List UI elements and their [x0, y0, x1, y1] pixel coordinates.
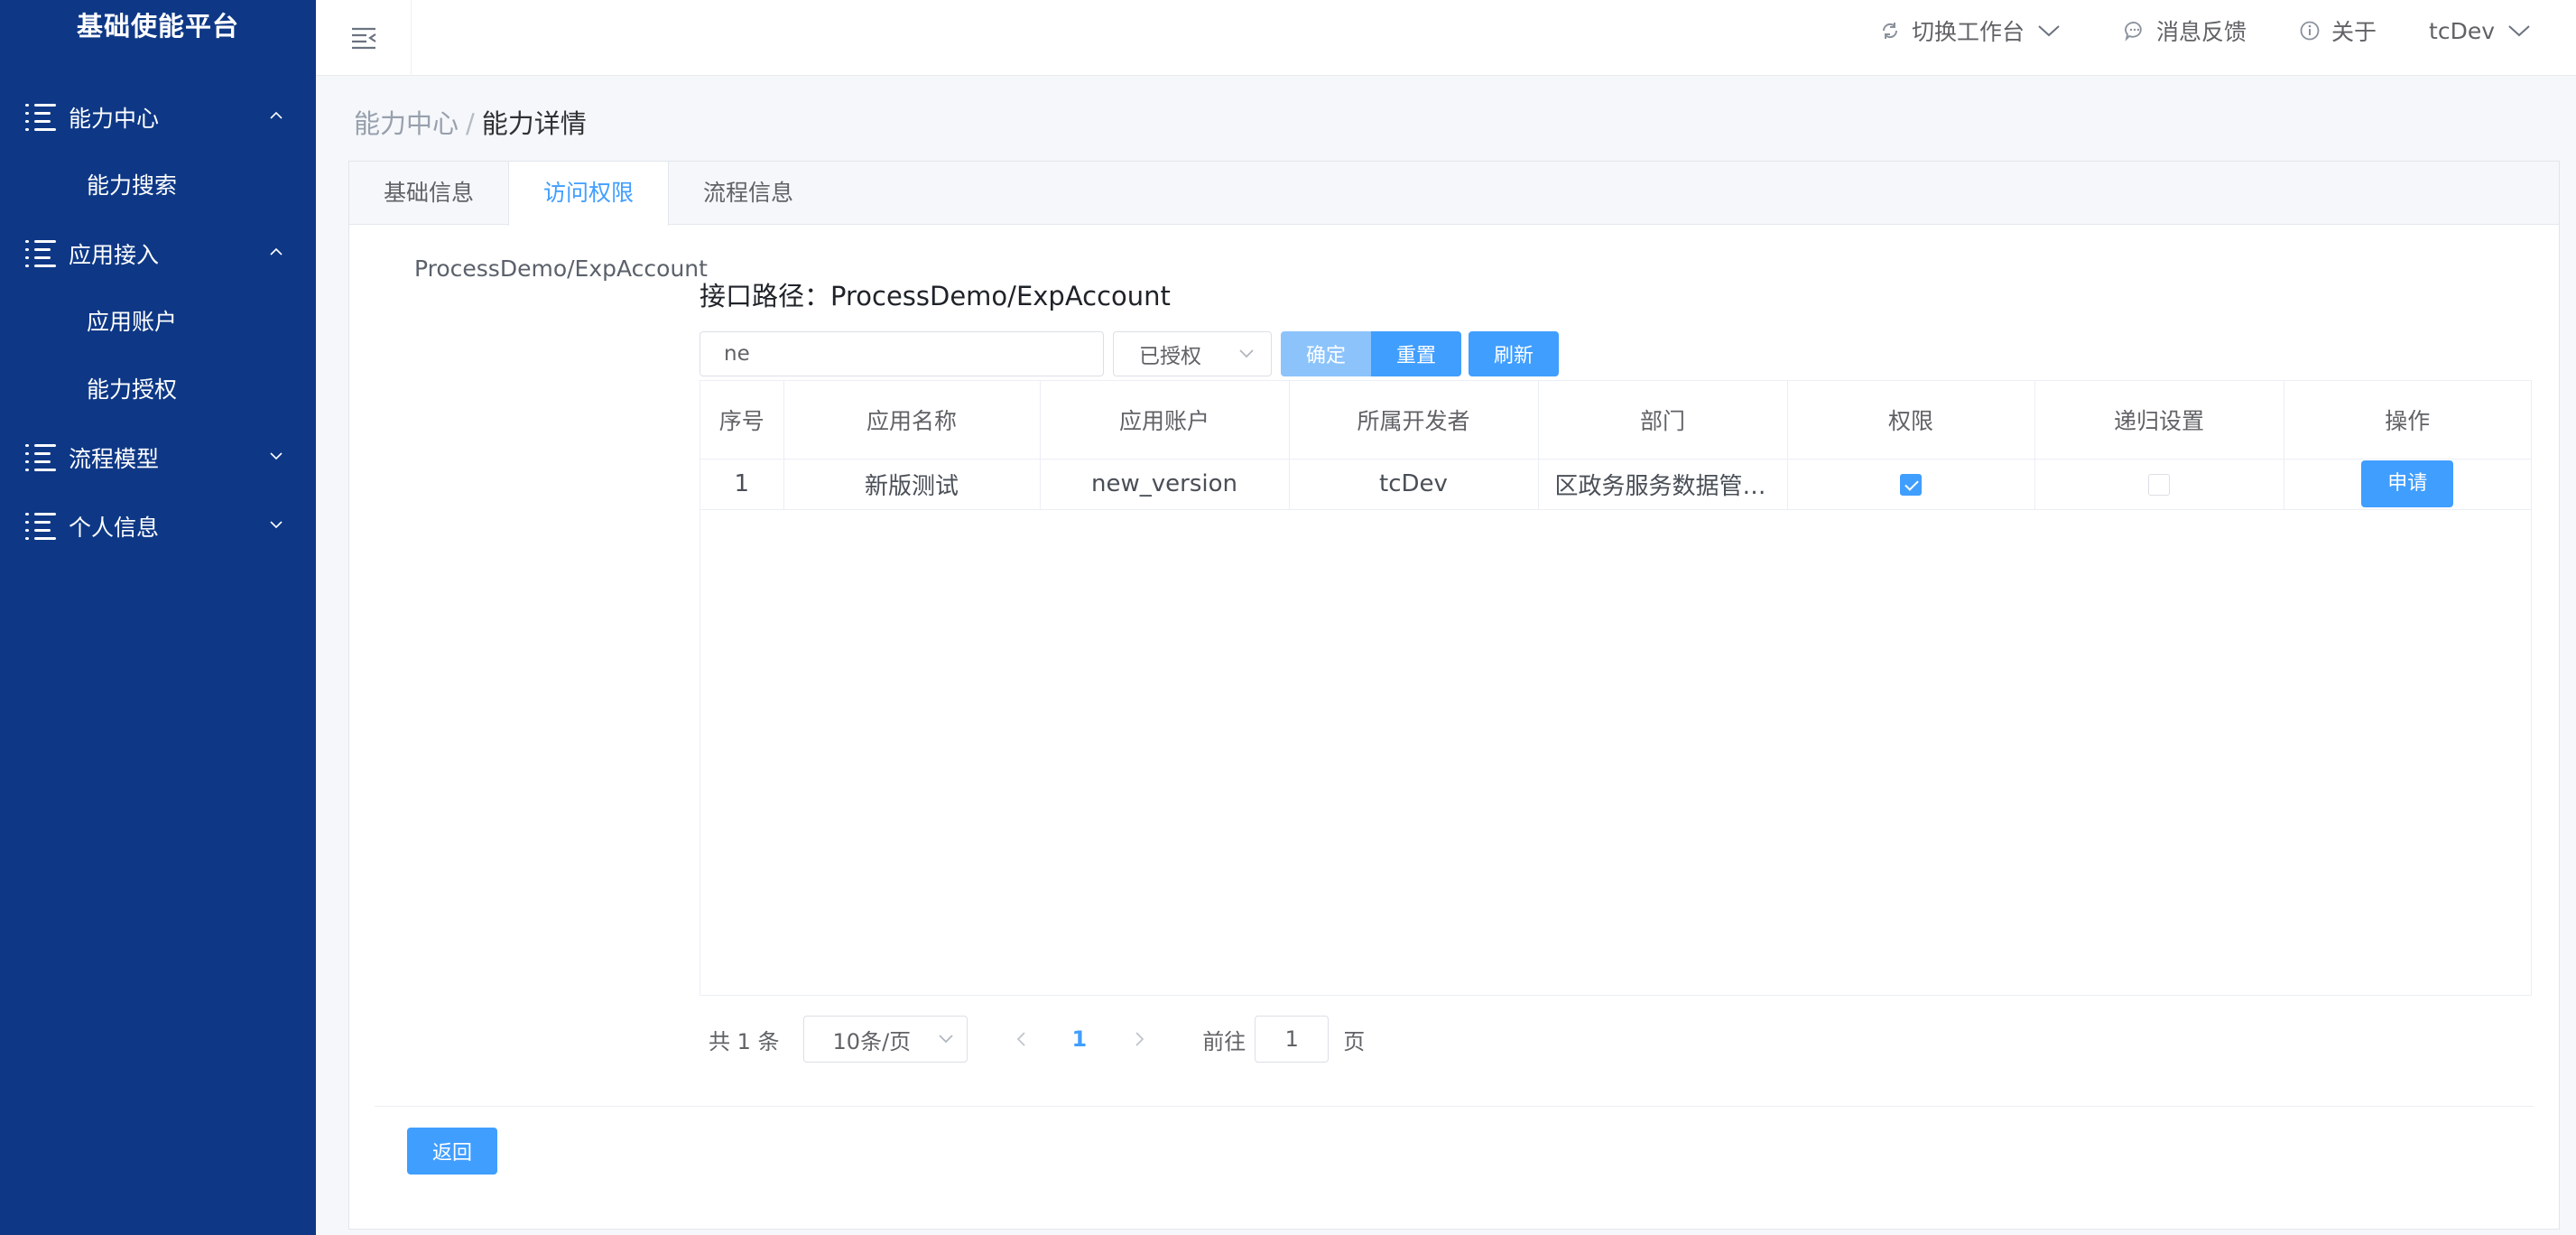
about-button[interactable]: 关于	[2299, 14, 2377, 47]
chevron-down-icon	[269, 449, 283, 461]
column-header-app-name: 应用名称	[783, 381, 1041, 460]
api-path-title: 接口路径：ProcessDemo/ExpAccount	[700, 281, 1171, 311]
chevron-down-icon	[2038, 25, 2060, 37]
topbar: 切换工作台 消息反馈 关于 tcDev	[316, 0, 2576, 76]
chat-bubble-icon	[2125, 22, 2142, 42]
menu-list-icon	[25, 511, 58, 542]
switch-workspace-button[interactable]: 切换工作台	[1879, 14, 2071, 47]
recursive-checkbox[interactable]	[2148, 473, 2170, 496]
cell-index: 1	[700, 459, 784, 510]
menu-collapse-button[interactable]	[316, 0, 412, 76]
cell-app-account: new_version	[1040, 459, 1290, 510]
tab-basic-info[interactable]: 基础信息	[349, 162, 508, 225]
goto-page: 前往 页	[1202, 1016, 1365, 1063]
column-header-app-account: 应用账户	[1040, 381, 1290, 460]
detail-card: 基础信息 访问权限 流程信息 ProcessDemo/ExpAccount 接口…	[348, 161, 2560, 1230]
chevron-down-icon	[269, 517, 283, 530]
app-title: 基础使能平台	[76, 11, 239, 42]
chevron-down-icon	[938, 1035, 953, 1044]
cell-developer: tcDev	[1289, 459, 1539, 510]
goto-page-input[interactable]	[1255, 1016, 1330, 1063]
cell-permission	[1787, 459, 2035, 510]
chevron-left-icon	[1016, 1032, 1025, 1046]
sidebar-item-capability-search[interactable]: 能力搜索	[0, 152, 316, 219]
divider	[375, 1106, 2534, 1107]
goto-suffix: 页	[1343, 1028, 1366, 1054]
next-page-button[interactable]	[1126, 1031, 1154, 1047]
menu-list-icon	[25, 102, 58, 133]
breadcrumb: 能力中心 / 能力详情	[354, 103, 587, 141]
sidebar-menu: 能力中心 能力搜索 应用接入 应用账户 能力授权 流程模型 个人信息	[0, 83, 316, 561]
chevron-right-icon	[1135, 1032, 1144, 1046]
feedback-button[interactable]: 消息反馈	[2124, 14, 2247, 47]
column-header-index: 序号	[700, 381, 784, 460]
user-name: tcDev	[2429, 17, 2495, 44]
menu-list-icon	[25, 238, 58, 269]
cell-department: 区政务服务数据管理局	[1538, 459, 1788, 510]
breadcrumb-parent[interactable]: 能力中心	[354, 108, 459, 139]
menu-list-icon	[25, 442, 58, 473]
chevron-up-icon	[269, 245, 283, 257]
sidebar-group-label: 应用接入	[69, 242, 160, 268]
column-header-department: 部门	[1538, 381, 1788, 460]
api-tree-item[interactable]: ProcessDemo/ExpAccount	[414, 255, 708, 282]
refresh-button[interactable]: 刷新	[1469, 331, 1560, 376]
pagination: 共 1 条 10条/页 1 前往 页	[709, 1016, 1365, 1063]
page-number-current[interactable]: 1	[1072, 1026, 1088, 1052]
table-header-row: 序号 应用名称 应用账户 所属开发者 部门 权限 递归设置 操作	[700, 381, 2531, 460]
reset-button[interactable]: 重置	[1371, 331, 1462, 376]
breadcrumb-current: 能力详情	[481, 108, 587, 139]
switch-icon	[1882, 23, 1897, 39]
auth-status-select[interactable]: 已授权	[1113, 331, 1272, 376]
sidebar: 基础使能平台 能力中心 能力搜索 应用接入 应用账户 能力授权 流程模型 个人信…	[0, 0, 316, 1235]
back-button[interactable]: 返回	[407, 1128, 497, 1175]
confirm-button[interactable]: 确定	[1281, 331, 1372, 376]
menu-fold-icon	[351, 27, 376, 50]
user-menu[interactable]: tcDev	[2429, 18, 2542, 44]
chevron-down-icon	[2508, 25, 2530, 37]
about-label: 关于	[2331, 19, 2377, 45]
sidebar-item-capability-auth[interactable]: 能力授权	[0, 356, 316, 423]
filter-bar: 已授权 确定 重置 刷新	[700, 331, 1560, 376]
breadcrumb-separator: /	[466, 108, 475, 139]
tab-process-info[interactable]: 流程信息	[669, 162, 828, 225]
sidebar-group-capability-center[interactable]: 能力中心	[0, 83, 316, 152]
page-size-select[interactable]: 10条/页	[802, 1016, 968, 1063]
sidebar-item-app-account[interactable]: 应用账户	[0, 288, 316, 356]
chevron-down-icon	[1239, 349, 1254, 358]
page-size-value: 10条/页	[832, 1028, 912, 1054]
sidebar-group-label: 个人信息	[69, 515, 160, 541]
cell-recursive	[2034, 459, 2284, 510]
sidebar-group-label: 能力中心	[69, 106, 160, 132]
info-icon	[2300, 21, 2320, 41]
search-input[interactable]	[700, 331, 1104, 376]
column-header-action: 操作	[2284, 381, 2531, 460]
pagination-total: 共 1 条	[709, 1028, 780, 1054]
tab-bar: 基础信息 访问权限 流程信息	[349, 162, 2559, 226]
column-header-recursive: 递归设置	[2034, 381, 2284, 460]
column-header-permission: 权限	[1787, 381, 2035, 460]
sidebar-group-label: 流程模型	[69, 446, 160, 472]
prev-page-button[interactable]	[1007, 1031, 1034, 1047]
apply-button[interactable]: 申请	[2361, 460, 2454, 507]
auth-status-value: 已授权	[1139, 345, 1201, 368]
cell-action: 申请	[2284, 459, 2531, 510]
column-header-developer: 所属开发者	[1289, 381, 1539, 460]
sidebar-group-app-access[interactable]: 应用接入	[0, 219, 316, 288]
tab-access-permission[interactable]: 访问权限	[508, 162, 670, 226]
topbar-actions: 切换工作台 消息反馈 关于 tcDev	[1879, 0, 2576, 61]
feedback-label: 消息反馈	[2155, 19, 2247, 45]
permission-table: 序号 应用名称 应用账户 所属开发者 部门 权限 递归设置 操作 1 新版测试 …	[700, 380, 2532, 996]
table-row: 1 新版测试 new_version tcDev 区政务服务数据管理局 申请	[700, 459, 2531, 510]
switch-workspace-label: 切换工作台	[1911, 19, 2025, 45]
goto-prefix: 前往	[1202, 1028, 1246, 1054]
chevron-up-icon	[269, 108, 283, 121]
sidebar-group-personal-info[interactable]: 个人信息	[0, 492, 316, 561]
cell-app-name: 新版测试	[783, 459, 1041, 510]
permission-checkbox[interactable]	[1900, 473, 1922, 496]
sidebar-group-process-model[interactable]: 流程模型	[0, 423, 316, 492]
